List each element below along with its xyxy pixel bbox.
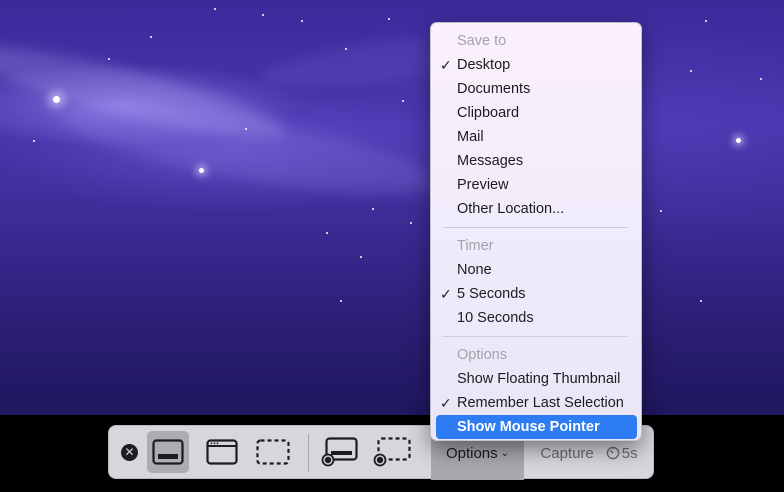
timer-indicator: 5s: [606, 445, 638, 462]
record-selection-button[interactable]: [371, 431, 413, 473]
menu-separator: [443, 227, 627, 228]
menu-item-label: 5 Seconds: [457, 286, 526, 302]
capture-selection-button[interactable]: [252, 431, 294, 473]
menu-item-label: Other Location...: [457, 201, 565, 217]
menu-header-options: Options: [457, 347, 507, 363]
menu-item-label: Documents: [457, 81, 531, 97]
menu-item-label: Clipboard: [457, 105, 520, 121]
menu-separator: [443, 336, 627, 337]
menu-item-show-floating-thumbnail[interactable]: Show Floating Thumbnail: [431, 367, 643, 391]
menu-item-desktop[interactable]: ✓ Desktop: [431, 53, 643, 77]
record-screen-icon: [321, 437, 358, 467]
menu-item-timer-5-seconds[interactable]: ✓ 5 Seconds: [431, 282, 643, 306]
close-icon: ✕: [124, 445, 135, 459]
timer-label: 5s: [621, 444, 638, 462]
checkmark-icon: ✓: [440, 395, 452, 411]
menu-item-other-location[interactable]: Other Location...: [431, 197, 643, 221]
menu-item-show-mouse-pointer[interactable]: Show Mouse Pointer: [436, 415, 637, 439]
record-selection-icon: [373, 437, 411, 467]
menu-item-label: Messages: [457, 153, 524, 169]
menu-item-messages[interactable]: Messages: [431, 149, 643, 173]
menu-item-preview[interactable]: Preview: [431, 173, 643, 197]
menu-item-remember-last-selection[interactable]: ✓ Remember Last Selection: [431, 391, 643, 415]
capture-label: Capture: [540, 444, 594, 462]
menu-item-mail[interactable]: Mail: [431, 125, 643, 149]
menu-item-label: Preview: [457, 177, 509, 193]
menu-item-timer-10-seconds[interactable]: 10 Seconds: [431, 306, 643, 330]
menu-item-label: Desktop: [457, 57, 511, 73]
window-icon: [206, 439, 238, 465]
checkmark-icon: ✓: [440, 286, 452, 302]
menu-item-label: Show Floating Thumbnail: [457, 371, 621, 387]
record-entire-screen-button[interactable]: [319, 431, 361, 473]
options-label: Options: [445, 444, 498, 462]
screen-icon: [152, 439, 184, 465]
timer-icon: [606, 446, 620, 460]
capture-window-button[interactable]: [201, 431, 243, 473]
chevron-down-icon: ⌄: [500, 447, 510, 459]
menu-item-clipboard[interactable]: Clipboard: [431, 101, 643, 125]
menu-item-label: 10 Seconds: [457, 310, 534, 326]
selection-icon: [256, 439, 290, 465]
capture-entire-screen-button[interactable]: [147, 431, 189, 473]
menu-item-label: Mail: [457, 129, 484, 145]
desktop-wallpaper: [0, 0, 784, 415]
options-menu: Save to ✓ Desktop Documents Clipboard Ma…: [430, 22, 642, 441]
menu-item-timer-none[interactable]: None: [431, 258, 643, 282]
checkmark-icon: ✓: [440, 57, 452, 73]
menu-item-label: Show Mouse Pointer: [457, 419, 600, 435]
menu-item-label: None: [457, 262, 492, 278]
close-button[interactable]: ✕: [121, 444, 138, 461]
toolbar-divider: [308, 434, 309, 472]
menu-header-timer: Timer: [457, 238, 494, 254]
menu-item-label: Remember Last Selection: [457, 395, 624, 411]
menu-header-save-to: Save to: [457, 33, 507, 49]
menu-item-documents[interactable]: Documents: [431, 77, 643, 101]
